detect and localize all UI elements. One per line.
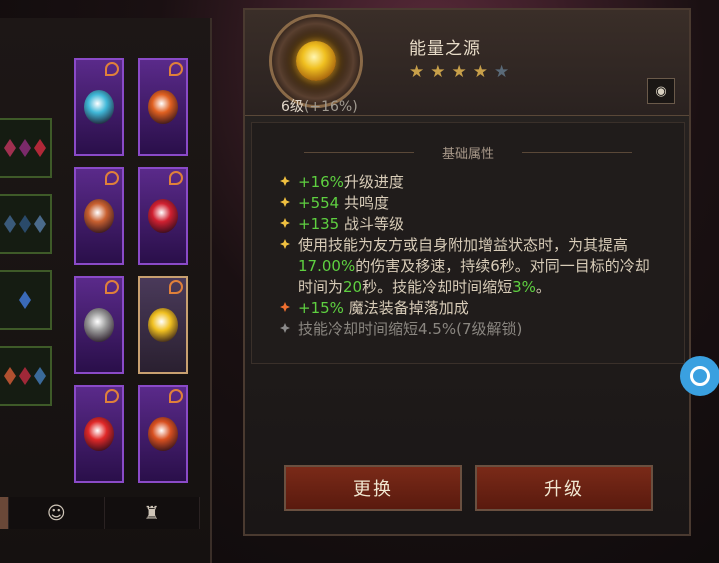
gem-icon xyxy=(4,367,16,385)
item-detail-panel: 能量之源 ★★★★★ 6级(+16%) ◉ 基础属性 +16%升级进度 +554 … xyxy=(243,8,691,536)
gem-icon xyxy=(19,215,31,233)
chat-bubble-icon[interactable] xyxy=(680,356,719,396)
stat-text: +16% xyxy=(298,173,344,191)
stat-line: +135 战斗等级 xyxy=(280,214,657,235)
bottom-tab-bar: ☺ ♜ xyxy=(0,497,200,529)
legendary-gem-icon xyxy=(84,199,114,233)
stat-line: +16%升级进度 xyxy=(280,172,657,193)
legendary-gem-icon xyxy=(84,90,114,124)
stat-list: +16%升级进度 +554 共鸣度 +135 战斗等级 使用技能为友方或自身附加增益状… xyxy=(280,172,657,340)
stat-text: 魔法装备掉落加成 xyxy=(343,299,469,317)
rank-badge-icon xyxy=(105,280,119,294)
star-icon: ★ xyxy=(430,62,452,82)
gem-card[interactable] xyxy=(74,385,124,483)
stat-text: +15% xyxy=(298,299,344,317)
gem-slot[interactable] xyxy=(0,346,52,406)
eye-icon[interactable]: ◉ xyxy=(647,78,675,104)
stat-text: +554 xyxy=(298,194,340,212)
gem-card[interactable] xyxy=(74,276,124,374)
star-rating: ★★★★★ xyxy=(409,62,515,82)
stat-text: 战斗等级 xyxy=(339,215,404,233)
gem-slot[interactable] xyxy=(0,118,52,178)
gem-icon xyxy=(19,291,31,309)
rank-badge-icon xyxy=(105,171,119,185)
stat-text: 秒。技能冷却时间缩短 xyxy=(362,278,513,296)
inventory-panel xyxy=(0,18,212,563)
gem-card[interactable] xyxy=(138,58,188,156)
level-bonus: (+16%) xyxy=(303,99,358,115)
gem-icon xyxy=(19,367,31,385)
upgrade-button[interactable]: 升级 xyxy=(475,465,653,511)
gem-slot[interactable] xyxy=(0,194,52,254)
stat-bullet-icon xyxy=(280,197,290,207)
stat-line: 使用技能为友方或自身附加增益状态时，为其提高17.00%的伤害及移速，持续6秒。… xyxy=(280,235,657,298)
gem-icon xyxy=(34,367,46,385)
item-icon-frame xyxy=(269,14,363,108)
stat-text: 技能冷却时间缩短4.5%(7级解锁) xyxy=(298,320,523,338)
stat-bullet-icon xyxy=(280,239,290,249)
gem-slot-column xyxy=(0,118,55,422)
stat-text: +135 xyxy=(298,215,340,233)
item-header: 能量之源 ★★★★★ 6级(+16%) ◉ xyxy=(245,10,689,116)
item-name: 能量之源 xyxy=(409,39,481,59)
star-icon: ★ xyxy=(451,62,473,82)
rank-badge-icon xyxy=(105,62,119,76)
stat-line: +554 共鸣度 xyxy=(280,193,657,214)
gem-slot[interactable] xyxy=(0,270,52,330)
gem-card-selected[interactable] xyxy=(138,276,188,374)
level-text: 6级 xyxy=(281,99,304,115)
gem-card[interactable] xyxy=(138,385,188,483)
stat-text: 共鸣度 xyxy=(339,194,389,212)
rank-badge-icon xyxy=(169,171,183,185)
helmet-icon[interactable]: ♜ xyxy=(104,497,200,529)
rank-badge-icon xyxy=(105,389,119,403)
stat-text: 20 xyxy=(343,278,363,296)
item-level: 6级(+16%) xyxy=(281,96,358,116)
stat-bullet-icon xyxy=(280,323,290,333)
gem-card[interactable] xyxy=(138,167,188,265)
section-title: 基础属性 xyxy=(252,143,684,162)
stat-text: 17.00% xyxy=(298,257,356,275)
gem-icon xyxy=(4,139,16,157)
gem-icon xyxy=(34,215,46,233)
chat-ring xyxy=(690,366,710,386)
attributes-box: 基础属性 +16%升级进度 +554 共鸣度 +135 战斗等级 使用技能为友方或自身… xyxy=(251,122,685,364)
gem-icon xyxy=(4,215,16,233)
stat-line: 技能冷却时间缩短4.5%(7级解锁) xyxy=(280,319,657,340)
legendary-gem-icon xyxy=(148,90,178,124)
rank-badge-icon xyxy=(169,389,183,403)
legendary-gem-icon xyxy=(148,308,178,342)
stat-text: 。 xyxy=(535,278,551,296)
gem-icon xyxy=(19,139,31,157)
stat-bullet-icon xyxy=(280,302,290,312)
gem-icon xyxy=(34,139,46,157)
stat-bullet-icon xyxy=(280,176,290,186)
star-icon: ★ xyxy=(494,62,516,82)
legendary-gem-icon xyxy=(148,199,178,233)
rank-badge-icon xyxy=(169,280,183,294)
star-icon: ★ xyxy=(409,62,431,82)
swap-button[interactable]: 更换 xyxy=(284,465,462,511)
legendary-gem-icon xyxy=(148,417,178,451)
stat-text: 使用技能为友方或自身附加增益状态时，为其提高 xyxy=(298,236,629,254)
stat-line: +15% 魔法装备掉落加成 xyxy=(280,298,657,319)
legendary-gem-icon xyxy=(296,41,336,81)
stat-bullet-icon xyxy=(280,218,290,228)
star-icon: ★ xyxy=(472,62,494,82)
gem-card[interactable] xyxy=(74,58,124,156)
legendary-gem-icon xyxy=(84,417,114,451)
accent-strip[interactable] xyxy=(0,497,9,529)
character-portrait-icon[interactable]: ☺ xyxy=(9,497,105,529)
legendary-gem-icon xyxy=(84,308,114,342)
gem-card[interactable] xyxy=(74,167,124,265)
stat-text: 3% xyxy=(512,278,536,296)
stat-text: 升级进度 xyxy=(343,173,404,191)
rank-badge-icon xyxy=(169,62,183,76)
